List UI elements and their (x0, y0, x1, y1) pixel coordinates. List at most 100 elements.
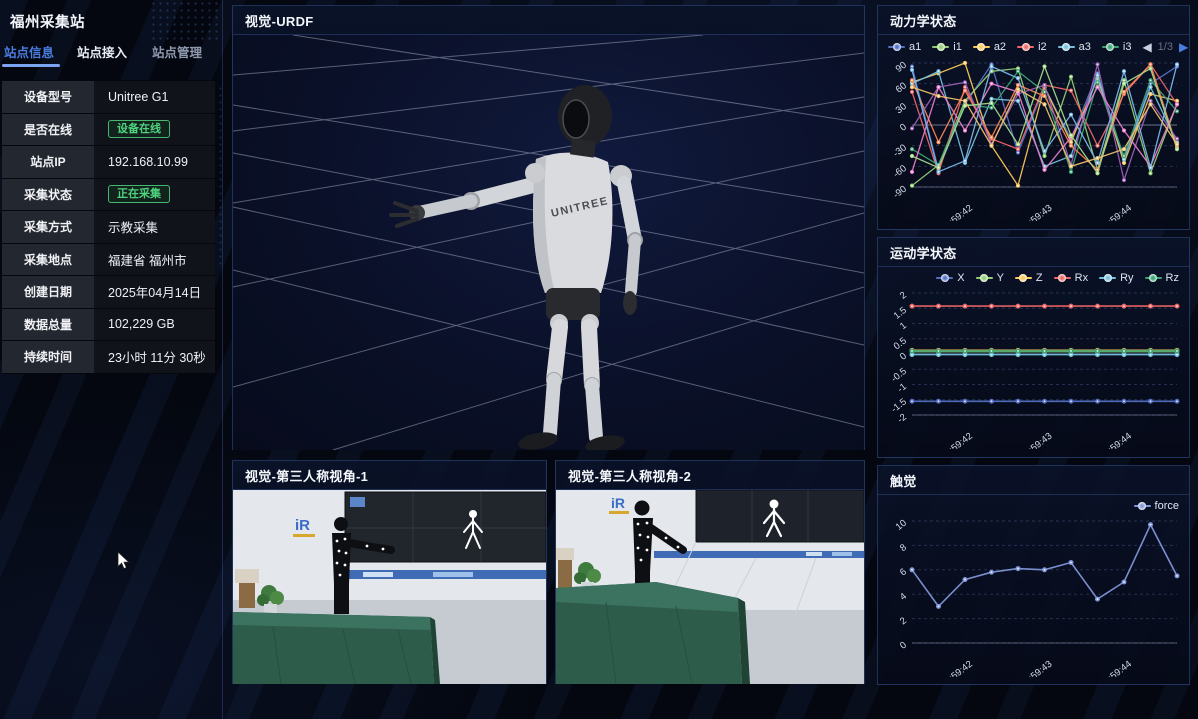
info-value: 192.168.10.99 (94, 146, 215, 178)
legend-marker-icon (973, 43, 990, 51)
info-row: 采集状态正在采集 (2, 179, 215, 212)
legend-item-force[interactable]: force (1134, 500, 1179, 512)
status-badge: 正在采集 (108, 185, 170, 203)
legend-item-Y[interactable]: Y (976, 272, 1004, 284)
svg-text:8: 8 (898, 542, 909, 554)
info-value: 设备在线 (94, 114, 215, 146)
legend-label: i3 (1123, 41, 1132, 53)
station-title: 福州采集站 (0, 0, 222, 32)
legend-marker-icon (1145, 274, 1162, 282)
sidebar-divider (222, 0, 223, 719)
legend-marker-icon (1015, 274, 1032, 282)
legend-marker-icon (932, 43, 949, 51)
legend-marker-icon (1134, 502, 1151, 510)
kinematics-panel: 运动学状态 XYZRxRyRz 21.510.50-0.5-1-1.5-208:… (877, 237, 1190, 458)
info-row: 采集地点福建省 福州市 (2, 244, 215, 277)
sidebar: 福州采集站 站点信息 站点接入 站点管理 设备型号Unitree G1是否在线设备在… (0, 0, 222, 719)
legend-marker-icon (888, 43, 905, 51)
legend-item-X[interactable]: X (936, 272, 964, 284)
svg-text:08:59:43: 08:59:43 (1018, 431, 1054, 449)
info-label: 设备型号 (2, 81, 94, 113)
legend-item-a1[interactable]: a1 (888, 41, 921, 53)
urdf-viewport[interactable]: UNITREE (233, 35, 864, 450)
info-label: 数据总量 (2, 309, 94, 341)
dynamics-panel: 动力学状态 a1i1a2i2a3i3◀1/3▶ 9060300-30-60-90… (877, 5, 1190, 230)
legend-item-Rx[interactable]: Rx (1054, 272, 1088, 284)
svg-text:2: 2 (898, 615, 909, 627)
dynamics-title: 动力学状态 (878, 6, 1189, 35)
legend-next-icon[interactable]: ▶ (1179, 40, 1188, 54)
legend-item-a3[interactable]: a3 (1058, 41, 1091, 53)
active-tab-underline (2, 64, 60, 67)
info-label: 采集方式 (2, 211, 94, 243)
urdf-robot-view: UNITREE (233, 35, 864, 450)
video1-stream: iR (233, 490, 546, 684)
info-label: 采集地点 (2, 244, 94, 276)
urdf-panel-title: 视觉-URDF (233, 6, 864, 35)
svg-text:-1.5: -1.5 (889, 396, 909, 415)
svg-text:08:59:44: 08:59:44 (1098, 203, 1134, 221)
svg-text:-90: -90 (891, 184, 909, 201)
video-panel-1: 视觉-第三人称视角-1 iR (232, 460, 547, 684)
legend-prev-icon[interactable]: ◀ (1142, 40, 1151, 54)
tab-1[interactable]: 站点接入 (77, 42, 127, 61)
info-row: 设备型号Unitree G1 (2, 81, 215, 114)
kinematics-title: 运动学状态 (878, 238, 1189, 267)
info-label: 站点IP (2, 146, 94, 178)
legend-label: X (957, 272, 964, 284)
svg-text:90: 90 (894, 60, 909, 75)
room-logo: iR (611, 495, 625, 511)
legend-label: Rz (1166, 272, 1179, 284)
tab-2[interactable]: 站点管理 (152, 42, 202, 61)
svg-text:6: 6 (898, 566, 909, 578)
legend-label: Z (1036, 272, 1043, 284)
urdf-panel: 视觉-URDF (232, 5, 865, 450)
svg-text:08:59:44: 08:59:44 (1098, 659, 1134, 677)
svg-text:-30: -30 (891, 142, 909, 159)
dynamics-legend: a1 i1 a2 i2 a3 i3 ◀ 1/3 ▶ (878, 35, 1189, 55)
svg-text:08:59:42: 08:59:42 (939, 431, 975, 449)
info-row: 创建日期2025年04月14日 (2, 276, 215, 309)
kinematics-chart: 21.510.50-0.5-1-1.5-208:59:4208:59:4308:… (878, 285, 1189, 449)
svg-text:-0.5: -0.5 (889, 366, 909, 385)
legend-item-i1[interactable]: i1 (932, 41, 962, 53)
sidebar-tabs: 站点信息 站点接入 站点管理 (0, 42, 222, 66)
legend-label: force (1155, 500, 1179, 512)
svg-text:-60: -60 (891, 163, 909, 180)
svg-text:60: 60 (894, 80, 909, 95)
legend-marker-icon (1102, 43, 1119, 51)
info-label: 创建日期 (2, 276, 94, 308)
info-value: 23小时 11分 30秒 (94, 341, 215, 373)
legend-pager: ◀ 1/3 ▶ (1142, 40, 1188, 54)
svg-text:10: 10 (894, 518, 909, 533)
info-value: 福建省 福州市 (94, 244, 215, 276)
video2-scene: iR (556, 490, 864, 684)
tab-0[interactable]: 站点信息 (4, 42, 54, 61)
legend-item-i3[interactable]: i3 (1102, 41, 1132, 53)
legend-marker-icon (976, 274, 993, 282)
svg-text:0: 0 (898, 122, 909, 134)
legend-item-Rz[interactable]: Rz (1145, 272, 1179, 284)
legend-item-i2[interactable]: i2 (1017, 41, 1047, 53)
legend-label: a3 (1079, 41, 1091, 53)
info-row: 持续时间23小时 11分 30秒 (2, 341, 215, 374)
info-row: 是否在线设备在线 (2, 114, 215, 147)
info-value: 2025年04月14日 (94, 276, 215, 308)
legend-label: Ry (1120, 272, 1133, 284)
legend-item-a2[interactable]: a2 (973, 41, 1006, 53)
tactile-panel: 触觉 force 108642008:59:4208:59:4308:59:44 (877, 465, 1190, 685)
robot-figure: UNITREE (391, 85, 643, 450)
dashboard-root: 福州采集站 站点信息 站点接入 站点管理 设备型号Unitree G1是否在线设备在… (0, 0, 1198, 719)
legend-marker-icon (1099, 274, 1116, 282)
video1-scene: iR (233, 490, 546, 684)
info-label: 持续时间 (2, 341, 94, 373)
svg-text:0: 0 (898, 640, 909, 652)
svg-text:4: 4 (898, 591, 909, 603)
legend-item-Ry[interactable]: Ry (1099, 272, 1133, 284)
legend-marker-icon (1054, 274, 1071, 282)
status-badge: 设备在线 (108, 120, 170, 138)
video1-title: 视觉-第三人称视角-1 (233, 461, 546, 490)
legend-page-indicator: 1/3 (1158, 41, 1173, 53)
legend-item-Z[interactable]: Z (1015, 272, 1043, 284)
info-row: 站点IP192.168.10.99 (2, 146, 215, 179)
